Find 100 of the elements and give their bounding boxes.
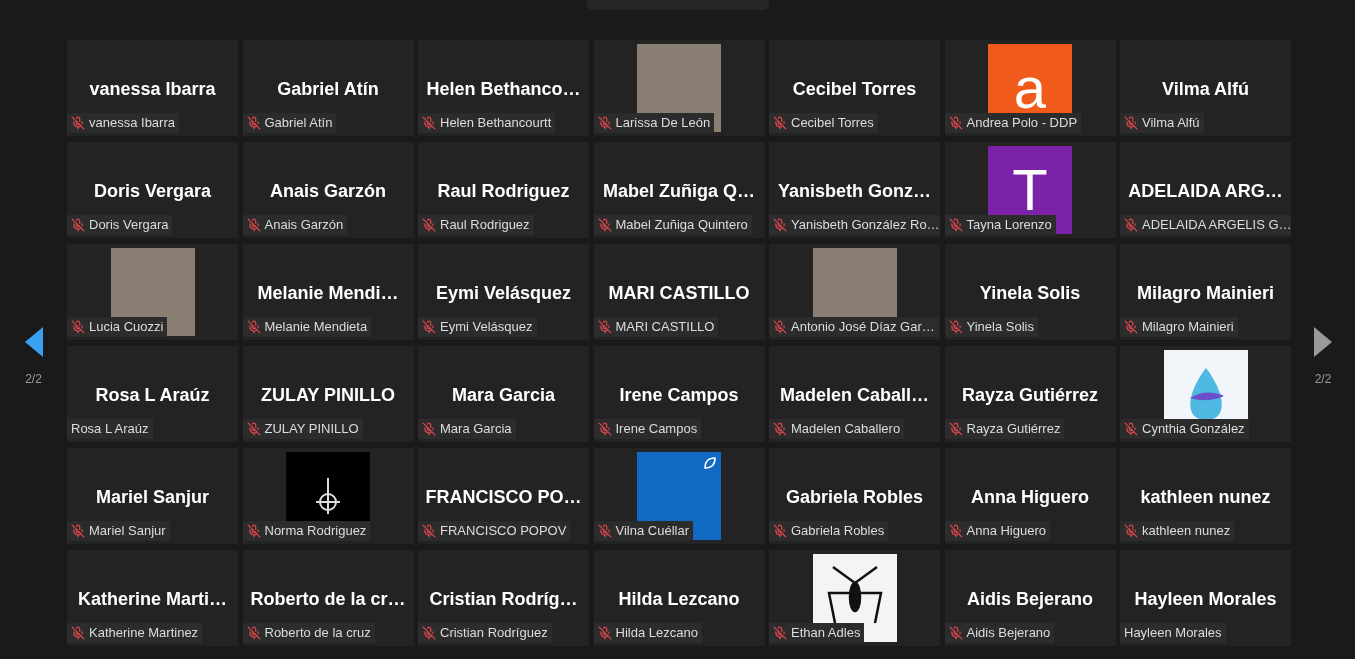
participant-tile[interactable]: Larissa De León bbox=[593, 40, 765, 136]
participant-tile[interactable]: Cynthia González bbox=[1120, 346, 1291, 442]
participant-tile[interactable]: Cecibel Torres Cecibel Torres bbox=[769, 40, 940, 136]
participant-tile[interactable]: Mabel Zuñiga Q… Mabel Zuñiga Quintero bbox=[593, 142, 765, 238]
participant-tile[interactable]: Milagro Mainieri Milagro Mainieri bbox=[1120, 244, 1291, 340]
participant-tile[interactable]: Antonio José Díaz Gar… bbox=[769, 244, 940, 340]
participant-tile[interactable]: Rayza Gutiérrez Rayza Gutiérrez bbox=[944, 346, 1116, 442]
participant-label: Madelen Caballero bbox=[791, 420, 901, 439]
participant-name: Irene Campos bbox=[619, 384, 739, 407]
participant-label: Lucia Cuozzi bbox=[89, 318, 164, 337]
participant-label: kathleen nunez bbox=[1142, 522, 1231, 541]
participant-name: vanessa Ibarra bbox=[89, 78, 216, 101]
participant-label: ADELAIDA ARGELIS G… bbox=[1142, 216, 1292, 235]
participant-label: Hayleen Morales bbox=[1124, 624, 1222, 643]
participant-tile[interactable]: FRANCISCO PO… FRANCISCO POPOV bbox=[418, 448, 589, 544]
participant-label: Yinela Solis bbox=[966, 318, 1034, 337]
participant-tile[interactable]: a Andrea Polo - DDP bbox=[944, 40, 1116, 136]
participant-tile[interactable]: MARI CASTILLO MARI CASTILLO bbox=[593, 244, 765, 340]
participant-tile[interactable]: Yinela Solis Yinela Solis bbox=[944, 244, 1116, 340]
participant-name: kathleen nunez bbox=[1140, 486, 1271, 509]
participant-label: Doris Vergara bbox=[89, 216, 169, 235]
participant-label: Irene Campos bbox=[615, 420, 698, 439]
participant-tile[interactable]: Hayleen Morales Hayleen Morales bbox=[1120, 550, 1291, 646]
participant-name: Gabriel Atín bbox=[277, 78, 379, 101]
cross-symbol-icon bbox=[313, 476, 343, 516]
participant-tile[interactable]: Cristian Rodríg… Cristian Rodríguez bbox=[418, 550, 589, 646]
participant-tile[interactable]: Anais Garzón Anais Garzón bbox=[242, 142, 414, 238]
participant-name: Gabriela Robles bbox=[785, 486, 924, 509]
participant-label: Anna Higuero bbox=[966, 522, 1046, 541]
participant-tile[interactable]: Eymi Velásquez Eymi Velásquez bbox=[418, 244, 589, 340]
participant-tile[interactable]: Lucia Cuozzi bbox=[67, 244, 238, 340]
participant-tile[interactable]: Hilda Lezcano Hilda Lezcano bbox=[593, 550, 765, 646]
participant-tile[interactable]: Anna Higuero Anna Higuero bbox=[944, 448, 1116, 544]
participant-tile[interactable]: Mara Garcia Mara Garcia bbox=[418, 346, 589, 442]
participant-label: Melanie Mendieta bbox=[264, 318, 368, 337]
participant-name: Anna Higuero bbox=[971, 486, 1089, 509]
participant-tile[interactable]: Rosa L Araúz Rosa L Araúz bbox=[67, 346, 238, 442]
participant-tile[interactable]: vanessa Ibarra vanessa Ibarra bbox=[67, 40, 238, 136]
participant-name: Melanie Mendi… bbox=[257, 282, 399, 305]
participant-tile[interactable]: Katherine Marti… Katherine Martinez bbox=[67, 550, 238, 646]
participant-tile[interactable]: Roberto de la cr… Roberto de la cruz bbox=[242, 550, 414, 646]
participant-name: Raul Rodriguez bbox=[437, 180, 570, 203]
participant-label: ZULAY PINILLO bbox=[264, 420, 359, 439]
participant-label: Mabel Zuñiga Quintero bbox=[615, 216, 748, 235]
next-page-button[interactable] bbox=[1313, 326, 1333, 358]
participant-label: Rosa L Araúz bbox=[71, 420, 149, 439]
participant-label: Vilna Cuéllar bbox=[615, 522, 689, 541]
participant-label: Cecibel Torres bbox=[791, 114, 874, 133]
right-arrow-icon bbox=[1314, 327, 1332, 357]
previous-page-button[interactable] bbox=[23, 326, 44, 358]
participant-tile[interactable]: Gabriela Robles Gabriela Robles bbox=[769, 448, 940, 544]
participant-tile[interactable]: Irene Campos Irene Campos bbox=[593, 346, 765, 442]
participant-tile[interactable]: Vilma Alfú Vilma Alfú bbox=[1120, 40, 1291, 136]
participant-name: Aidis Bejerano bbox=[966, 588, 1093, 611]
participant-label: Eymi Velásquez bbox=[440, 318, 533, 337]
page-indicator: 2/2 bbox=[25, 371, 42, 388]
participant-name: Rosa L Araúz bbox=[95, 384, 210, 407]
participant-tile[interactable]: Doris Vergara Doris Vergara bbox=[67, 142, 238, 238]
participant-label: Mariel Sanjur bbox=[89, 522, 166, 541]
participant-tile[interactable]: kathleen nunez kathleen nunez bbox=[1120, 448, 1291, 544]
participant-name: Anais Garzón bbox=[270, 180, 386, 203]
participant-name: Vilma Alfú bbox=[1162, 78, 1249, 101]
participant-tile[interactable]: Melanie Mendi… Melanie Mendieta bbox=[242, 244, 414, 340]
leaf-icon bbox=[703, 456, 717, 470]
participant-label: Hilda Lezcano bbox=[615, 624, 698, 643]
participant-name: Doris Vergara bbox=[93, 180, 212, 203]
participant-label: Milagro Mainieri bbox=[1142, 318, 1234, 337]
participant-tile[interactable]: Gabriel Atín Gabriel Atín bbox=[242, 40, 414, 136]
participant-label: Aidis Bejerano bbox=[966, 624, 1051, 643]
participant-tile[interactable]: Yanisbeth Gonz… Yanisbeth González Ro… bbox=[769, 142, 940, 238]
participant-name: MARI CASTILLO bbox=[608, 282, 750, 305]
participant-tile[interactable]: Raul Rodriguez Raul Rodriguez bbox=[418, 142, 589, 238]
participant-name: Helen Bethanco… bbox=[426, 78, 581, 101]
participant-tile[interactable]: Aidis Bejerano Aidis Bejerano bbox=[944, 550, 1116, 646]
participant-name: Milagro Mainieri bbox=[1137, 282, 1274, 305]
participant-label: vanessa Ibarra bbox=[89, 114, 175, 133]
participant-label: Vilma Alfú bbox=[1142, 114, 1200, 133]
participant-name: ADELAIDA ARG… bbox=[1128, 180, 1283, 203]
participant-name: FRANCISCO PO… bbox=[425, 486, 582, 509]
participant-tile[interactable]: Ethan Adles bbox=[769, 550, 940, 646]
participant-name: Madelen Caball… bbox=[779, 384, 929, 407]
participant-tile[interactable]: Helen Bethanco… Helen Bethancourtt bbox=[418, 40, 589, 136]
participant-label: Ethan Adles bbox=[791, 624, 861, 643]
participant-label: Larissa De León bbox=[615, 114, 711, 133]
participant-label: Katherine Martinez bbox=[89, 624, 199, 643]
participant-name: Hilda Lezcano bbox=[618, 588, 740, 611]
participant-label: Roberto de la cruz bbox=[264, 624, 371, 643]
participant-tile[interactable]: Vilna Cuéllar bbox=[593, 448, 765, 544]
participant-tile[interactable]: T Tayna Lorenzo bbox=[944, 142, 1116, 238]
participant-tile[interactable]: Madelen Caball… Madelen Caballero bbox=[769, 346, 940, 442]
left-arrow-icon bbox=[24, 327, 43, 357]
participant-tile[interactable]: ZULAY PINILLO ZULAY PINILLO bbox=[242, 346, 414, 442]
participant-tile[interactable]: Mariel Sanjur Mariel Sanjur bbox=[67, 448, 238, 544]
participant-name: Katherine Marti… bbox=[78, 588, 227, 611]
participant-label: Anais Garzón bbox=[264, 216, 344, 235]
participant-label: Antonio José Díaz Gar… bbox=[791, 318, 935, 337]
participant-name: Mariel Sanjur bbox=[95, 486, 209, 509]
participant-tile[interactable]: Norma Rodriguez bbox=[242, 448, 414, 544]
participant-label: Raul Rodriguez bbox=[440, 216, 530, 235]
participant-tile[interactable]: ADELAIDA ARG… ADELAIDA ARGELIS G… bbox=[1120, 142, 1291, 238]
